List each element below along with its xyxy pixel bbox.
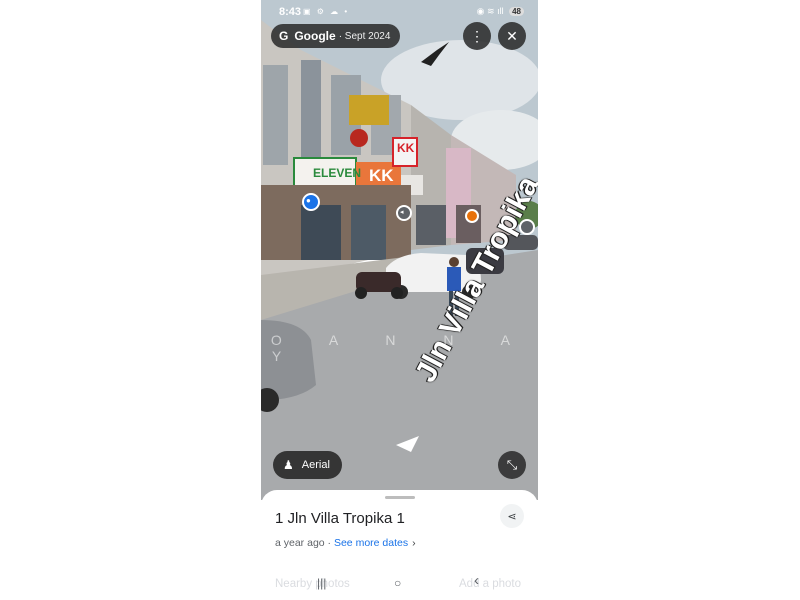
google-logo-icon: G	[279, 29, 289, 43]
aerial-label: Aerial	[301, 459, 330, 471]
google-attribution: G Google · Sept 2024	[271, 24, 401, 48]
aerial-button[interactable]: ♟ Aerial	[273, 451, 342, 479]
place-meta: a year ago · See more dates ›	[275, 537, 416, 549]
signal-icon: ◉ ≋ ıll	[476, 6, 504, 16]
notification-icons: ▣ ⚙ ☁ •	[303, 7, 350, 16]
shop-sign-kk: KK	[369, 166, 394, 185]
capture-date: · Sept 2024	[338, 30, 391, 42]
status-bar: 8:43 ▣ ⚙ ☁ • ◉ ≋ ıll 48	[261, 0, 538, 24]
status-time: 8:43	[279, 6, 302, 18]
back-nav-button[interactable]: ‹	[474, 572, 479, 589]
more-options-button[interactable]: ⋮	[463, 22, 491, 50]
system-icons: ◉ ≋ ıll 48	[477, 6, 524, 17]
phone-screen: ELEVEN KK KK Jln Villa Tropika ● ◂ J O A…	[261, 0, 538, 600]
place-marker-icon[interactable]: ◂	[400, 208, 404, 216]
place-title: 1 Jln Villa Tropika 1	[275, 510, 405, 527]
watermark: J O A N N A T Y	[261, 332, 532, 364]
back-icon: ‹	[474, 572, 479, 589]
shop-sign-7eleven: ELEVEN	[313, 166, 362, 180]
brand-name: Google	[294, 29, 336, 43]
nearby-photos-tab[interactable]: Nearby photos	[275, 578, 350, 590]
street-view-photo[interactable]: ELEVEN KK KK Jln Villa Tropika ● ◂	[261, 0, 538, 500]
home-nav-button[interactable]: ○	[394, 576, 401, 590]
see-more-dates-link[interactable]: See more dates	[334, 537, 408, 549]
collapse-icon: ⤡	[506, 457, 518, 472]
recents-nav-button[interactable]: |||	[317, 576, 326, 590]
place-sheet: 1 Jln Villa Tropika 1 ⋖ a year ago · See…	[261, 490, 538, 600]
add-photo-button[interactable]: Add a photo	[459, 578, 521, 590]
share-icon: ⋖	[507, 510, 517, 523]
shop-marker-icon[interactable]: ●	[306, 196, 311, 205]
close-button[interactable]: ✕	[498, 22, 526, 50]
close-icon: ✕	[506, 27, 518, 44]
drag-handle[interactable]	[385, 496, 415, 499]
share-button[interactable]: ⋖	[500, 504, 524, 528]
shop-sign-kk-small: KK	[397, 141, 415, 155]
recents-icon: |||	[317, 576, 327, 590]
more-vert-icon: ⋮	[470, 27, 484, 44]
pegman-icon: ♟	[283, 458, 294, 472]
home-icon: ○	[394, 576, 402, 590]
photo-age: a year ago	[275, 537, 325, 549]
collapse-button[interactable]: ⤡	[498, 451, 526, 479]
meta-separator: ·	[324, 537, 334, 549]
chevron-right-icon: ›	[412, 537, 416, 549]
battery-icon: 48	[509, 7, 524, 16]
